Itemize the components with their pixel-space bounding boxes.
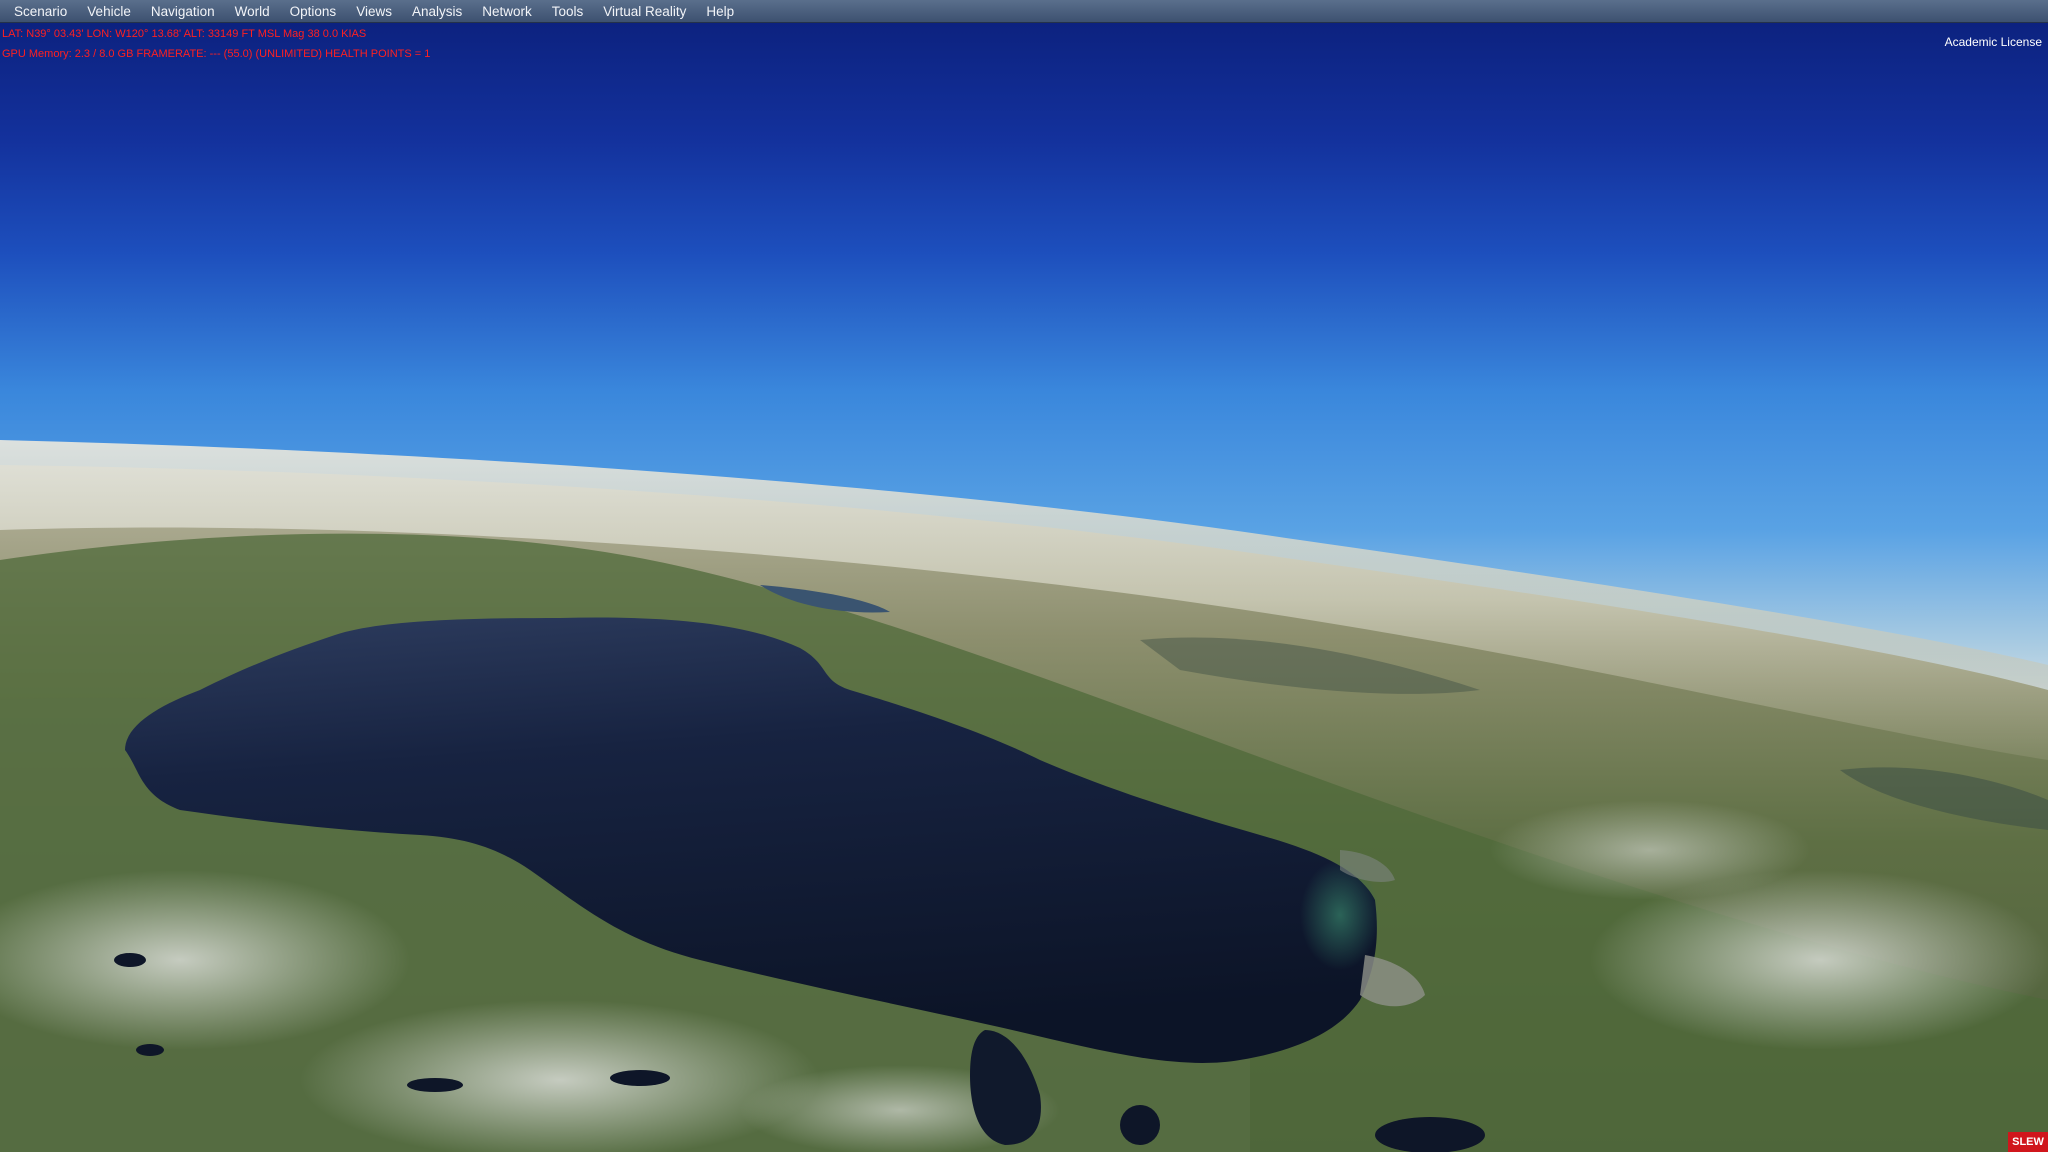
license-label: Academic License <box>1944 35 2042 49</box>
menu-tools[interactable]: Tools <box>542 0 594 23</box>
menu-vehicle[interactable]: Vehicle <box>77 0 141 23</box>
menu-virtual-reality[interactable]: Virtual Reality <box>593 0 696 23</box>
menu-navigation[interactable]: Navigation <box>141 0 225 23</box>
hud-position-readout: LAT: N39° 03.43' LON: W120° 13.68' ALT: … <box>2 28 367 40</box>
menu-analysis[interactable]: Analysis <box>402 0 472 23</box>
hud-performance-readout: GPU Memory: 2.3 / 8.0 GB FRAMERATE: --- … <box>2 48 431 60</box>
menu-scenario[interactable]: Scenario <box>4 0 77 23</box>
simulator-viewport[interactable] <box>0 0 2048 1152</box>
menu-network[interactable]: Network <box>472 0 542 23</box>
slew-indicator: SLEW <box>2008 1132 2048 1152</box>
menu-options[interactable]: Options <box>280 0 347 23</box>
menu-bar: Scenario Vehicle Navigation World Option… <box>0 0 2048 23</box>
terrain-scene <box>0 0 2048 1152</box>
menu-world[interactable]: World <box>225 0 280 23</box>
menu-views[interactable]: Views <box>346 0 402 23</box>
menu-help[interactable]: Help <box>696 0 744 23</box>
